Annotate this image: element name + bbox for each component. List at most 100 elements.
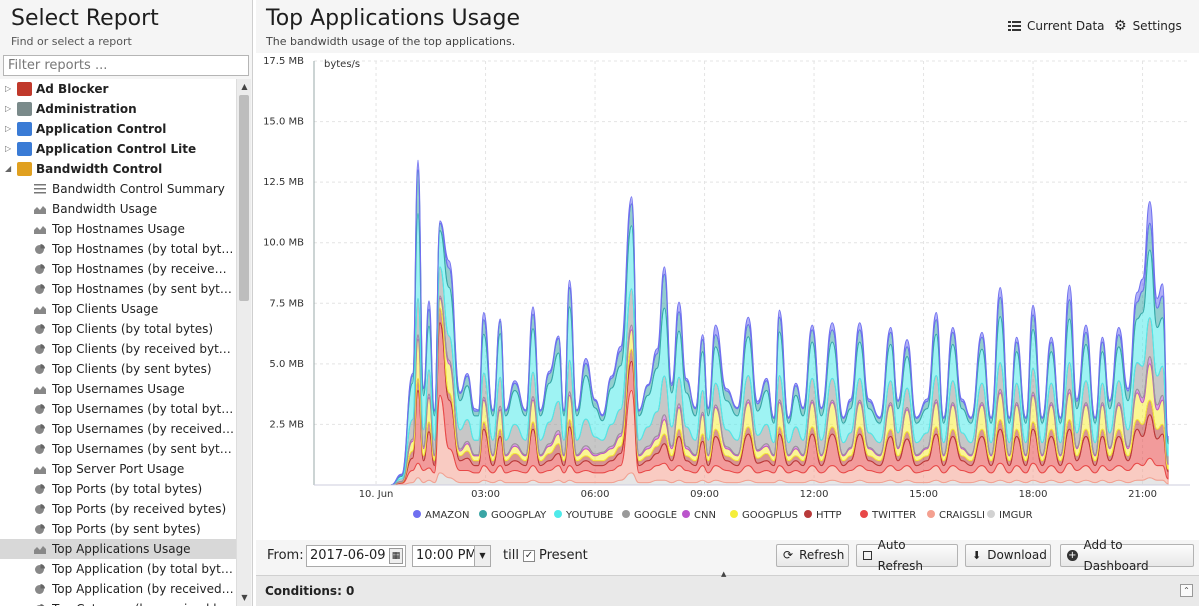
pie-chart-icon xyxy=(35,424,45,434)
calendar-icon[interactable]: ▦ xyxy=(389,548,403,564)
report-label: Top Ports (by total bytes) xyxy=(52,482,203,496)
x-tick-label: 12:00 xyxy=(800,489,829,500)
traffic-light-icon xyxy=(17,142,32,156)
category-label: Bandwidth Control xyxy=(36,162,163,176)
tree-report-item[interactable]: Top Ports (by total bytes) xyxy=(0,479,236,499)
collapsed-arrow-icon[interactable]: ▷ xyxy=(5,99,11,119)
report-label: Top Application (by total bytes) xyxy=(52,562,234,576)
tree-category[interactable]: ▷ Application Control Lite xyxy=(0,139,236,159)
time-select[interactable]: 10:00 PM ▼ xyxy=(412,545,491,567)
filter-reports-input[interactable] xyxy=(3,55,249,76)
settings-button[interactable]: ⚙ Settings xyxy=(1114,19,1182,33)
area-chart-icon xyxy=(34,306,46,314)
tree-report-item[interactable]: Top Usernames (by sent bytes) xyxy=(0,439,236,459)
collapsed-arrow-icon[interactable]: ▷ xyxy=(5,139,11,159)
category-label: Administration xyxy=(36,102,137,116)
tree-scrollbar[interactable]: ▲ ▼ xyxy=(236,79,251,606)
tree-report-item[interactable]: Top Ports (by sent bytes) xyxy=(0,519,236,539)
report-label: Top Hostnames (by total bytes) xyxy=(52,242,234,256)
tree-category[interactable]: ▷ Ad Blocker xyxy=(0,79,236,99)
pie-chart-icon xyxy=(35,504,45,514)
expanded-arrow-icon[interactable]: ◢ xyxy=(5,159,11,179)
collapsed-arrow-icon[interactable]: ▷ xyxy=(5,79,11,99)
x-tick-label: 21:00 xyxy=(1128,489,1157,500)
report-label: Top Usernames (by total bytes) xyxy=(52,402,234,416)
report-description: The bandwidth usage of the top applicati… xyxy=(266,35,516,48)
legend-label: CRAIGSLI xyxy=(939,510,985,521)
bandwidth-control-icon xyxy=(17,162,32,176)
tree-category[interactable]: ▷ Administration xyxy=(0,99,236,119)
administration-icon xyxy=(17,102,32,116)
tree-report-item[interactable]: Top Application (by received bytes) xyxy=(0,579,236,599)
tree-report-item[interactable]: Top Ports (by received bytes) xyxy=(0,499,236,519)
category-label: Application Control xyxy=(36,122,167,136)
tree-report-item[interactable]: Top Hostnames (by total bytes) xyxy=(0,239,236,259)
y-tick-label: 12.5 MB xyxy=(263,177,304,188)
add-to-dashboard-button[interactable]: + Add to Dashboard xyxy=(1060,538,1194,573)
tree-report-item[interactable]: Top Hostnames (by sent bytes) xyxy=(0,279,236,299)
report-label: Top Usernames (by sent bytes) xyxy=(52,442,234,456)
usage-chart[interactable]: 10. Jun 03:00 06:00 09:00 12:00 15:00 18:00 21:… xyxy=(256,53,1199,540)
report-label: Bandwidth Usage xyxy=(52,202,158,216)
report-label: Bandwidth Control Summary xyxy=(52,182,225,196)
from-label: From: xyxy=(267,548,304,563)
tree-report-item[interactable]: Top Hostnames Usage xyxy=(0,219,236,239)
pie-chart-icon xyxy=(35,444,45,454)
conditions-bar[interactable]: ▲ Conditions: 0 ⌃ xyxy=(256,570,1199,606)
tree-report-item[interactable]: Top Usernames (by received bytes) xyxy=(0,419,236,439)
category-label: Ad Blocker xyxy=(36,82,109,96)
x-tick-label: 15:00 xyxy=(909,489,938,500)
tree-report-item[interactable]: Top Usernames Usage xyxy=(0,379,236,399)
square-icon xyxy=(863,551,872,560)
refresh-label: Refresh xyxy=(799,548,845,562)
report-label: Top Ports (by received bytes) xyxy=(52,502,227,516)
area-chart-icon xyxy=(34,206,46,214)
scroll-up-icon[interactable]: ▲ xyxy=(239,81,250,93)
y-tick-label: 10.0 MB xyxy=(263,238,304,249)
tree-report-item[interactable]: Bandwidth Control Summary xyxy=(0,179,236,199)
scrollbar-thumb[interactable] xyxy=(239,95,249,301)
auto-refresh-button[interactable]: Auto Refresh xyxy=(856,538,958,573)
collapsed-arrow-icon[interactable]: ▷ xyxy=(5,119,11,139)
x-tick-label: 09:00 xyxy=(690,489,719,500)
tree-report-item[interactable]: Bandwidth Usage xyxy=(0,199,236,219)
gear-icon: ⚙ xyxy=(1114,18,1127,34)
y-axis-label: bytes/s xyxy=(324,59,360,70)
legend-marker xyxy=(479,510,487,518)
legend-label: TWITTER xyxy=(871,510,916,521)
conditions-label: Conditions: 0 xyxy=(265,584,355,598)
area-chart-icon xyxy=(34,226,46,234)
tree-report-item[interactable]: Top Clients (by sent bytes) xyxy=(0,359,236,379)
pie-chart-icon xyxy=(35,264,45,274)
legend-marker xyxy=(682,510,690,518)
present-label: Present xyxy=(539,548,588,563)
panel-title: Select Report xyxy=(11,6,159,31)
tree-report-item[interactable]: Top Hostnames (by received byte... xyxy=(0,259,236,279)
tree-report-item[interactable]: Top Clients Usage xyxy=(0,299,236,319)
refresh-button[interactable]: ⟳ Refresh xyxy=(776,544,849,567)
tree-category[interactable]: ▷ Application Control xyxy=(0,119,236,139)
till-label: till xyxy=(503,548,519,563)
resize-handle-icon[interactable]: ▲ xyxy=(721,570,733,578)
tree-report-item[interactable]: Top Application (by total bytes) xyxy=(0,559,236,579)
tree-report-item[interactable]: Top Category (by received bytes) xyxy=(0,599,236,606)
download-button[interactable]: ⬇ Download xyxy=(965,544,1051,567)
pie-chart-icon xyxy=(35,324,45,334)
legend-label: GOOGPLUS xyxy=(742,510,798,521)
date-field[interactable]: 2017-06-09 ▦ xyxy=(306,545,406,567)
tree-report-item[interactable]: Top Clients (by received bytes) xyxy=(0,339,236,359)
tree-category[interactable]: ◢ Bandwidth Control xyxy=(0,159,236,179)
report-label: Top Usernames Usage xyxy=(52,382,185,396)
present-checkbox[interactable]: ✓ xyxy=(523,550,535,562)
report-label: Top Ports (by sent bytes) xyxy=(52,522,201,536)
scroll-down-icon[interactable]: ▼ xyxy=(239,592,250,604)
tree-report-item[interactable]: Top Server Port Usage xyxy=(0,459,236,479)
collapse-icon[interactable]: ⌃ xyxy=(1180,584,1193,597)
report-tree: ▷ Ad Blocker ▷ Administration ▷ Application C… xyxy=(0,79,236,606)
list-icon xyxy=(1008,20,1021,31)
tree-report-item[interactable]: Top Clients (by total bytes) xyxy=(0,319,236,339)
pie-chart-icon xyxy=(35,564,45,574)
current-data-button[interactable]: Current Data xyxy=(1008,19,1105,33)
tree-report-item[interactable]: Top Applications Usage xyxy=(0,539,236,559)
tree-report-item[interactable]: Top Usernames (by total bytes) xyxy=(0,399,236,419)
